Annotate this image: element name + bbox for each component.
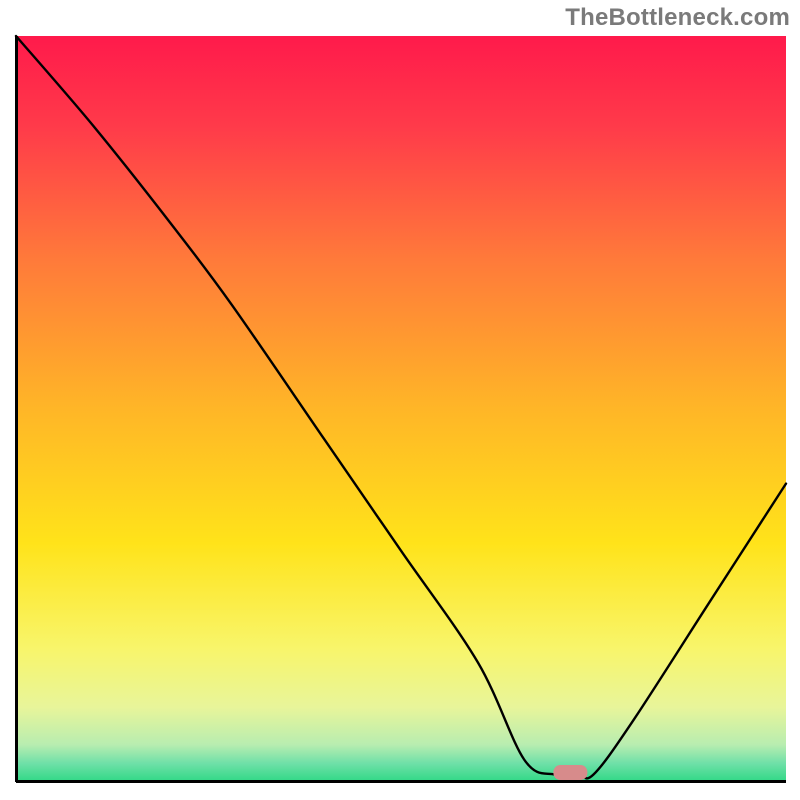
optimum-marker: [553, 765, 587, 780]
chart-curve-layer: [0, 0, 800, 800]
x-axis-line: [16, 780, 786, 783]
watermark-label: TheBottleneck.com: [565, 4, 790, 32]
y-axis-line: [15, 36, 18, 782]
bottleneck-curve: [16, 36, 786, 778]
bottleneck-chart: TheBottleneck.com: [0, 0, 800, 800]
